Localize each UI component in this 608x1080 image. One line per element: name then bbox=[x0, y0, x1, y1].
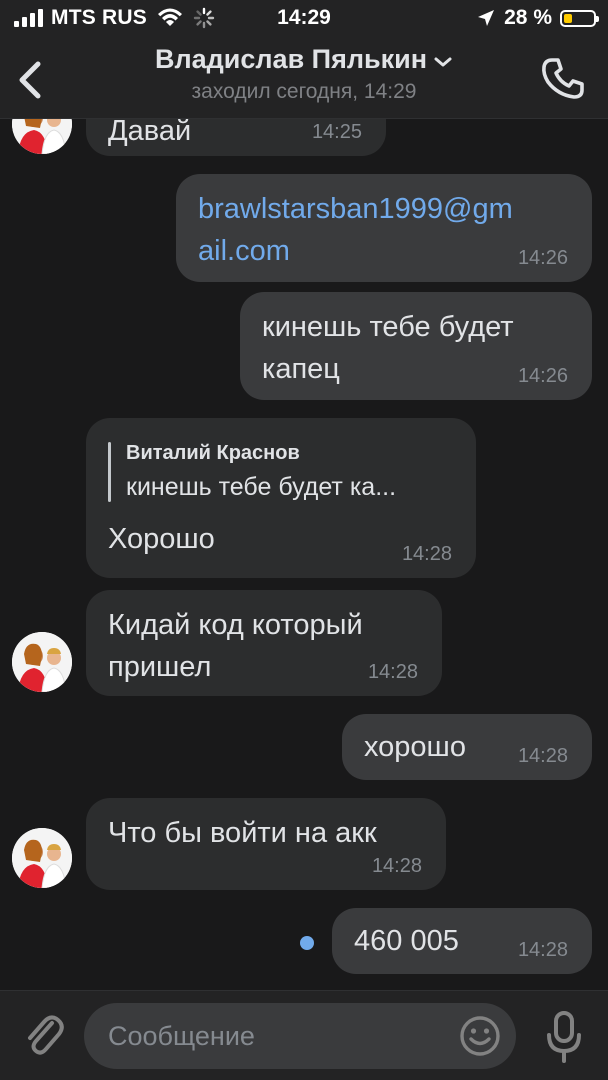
message-time: 14:26 bbox=[517, 247, 568, 269]
reply-text: кинешь тебе будет ка... bbox=[126, 473, 397, 501]
phone-icon bbox=[542, 58, 584, 99]
message-text-line1: кинешь тебе будет bbox=[262, 311, 514, 343]
chat-screen: Давай 14:25 brawlstarsban1999@gm ail.com… bbox=[0, 0, 608, 1080]
avatar-photo-icon bbox=[12, 828, 72, 888]
message-time: 14:26 bbox=[517, 365, 568, 387]
avatar[interactable] bbox=[12, 632, 72, 692]
message-bubble[interactable]: 460 005 14:28 bbox=[332, 908, 592, 974]
microphone-icon bbox=[547, 1011, 581, 1063]
microphone-button[interactable] bbox=[544, 1009, 584, 1065]
message-composer: Сообщение bbox=[0, 990, 608, 1080]
message-time: 14:28 bbox=[371, 855, 422, 877]
location-arrow-icon bbox=[478, 10, 495, 26]
status-bar: MTS RUS 14:29 28 % bbox=[0, 0, 608, 38]
chat-title: Владислав Пялькин bbox=[154, 44, 428, 74]
message-time: 14:28 bbox=[367, 661, 418, 683]
battery-level bbox=[564, 13, 572, 23]
unread-indicator bbox=[300, 936, 314, 950]
message-text-line1: Кидай код который bbox=[108, 609, 363, 641]
call-button[interactable] bbox=[538, 54, 588, 104]
message-bubble[interactable]: brawlstarsban1999@gm ail.com 14:26 bbox=[176, 174, 592, 282]
message-bubble[interactable]: Что бы войти на акк 14:28 bbox=[86, 798, 446, 890]
message-time: 14:28 bbox=[517, 939, 568, 961]
email-link-line2: ail.com bbox=[198, 235, 290, 267]
message-time: 14:25 bbox=[311, 121, 362, 143]
chevron-down-icon bbox=[434, 57, 452, 67]
message-time: 14:28 bbox=[517, 745, 568, 767]
message-input[interactable]: Сообщение bbox=[84, 1003, 516, 1069]
chat-title-button[interactable]: Владислав Пялькин заходил сегодня, 14:29 bbox=[0, 44, 608, 104]
attach-button[interactable] bbox=[22, 1011, 66, 1061]
message-input-placeholder: Сообщение bbox=[108, 1021, 255, 1051]
chat-header: Владислав Пялькин заходил сегодня, 14:29 bbox=[0, 38, 608, 119]
email-link-line1: brawlstarsban1999@gm bbox=[198, 193, 513, 225]
paperclip-icon bbox=[28, 1015, 64, 1055]
emoji-button[interactable] bbox=[458, 1014, 502, 1058]
battery-percent: 28 % bbox=[504, 6, 552, 29]
reply-quote[interactable]: Виталий Краснов кинешь тебе будет ка... bbox=[108, 438, 454, 506]
avatar[interactable] bbox=[12, 828, 72, 888]
message-text: Что бы войти на акк bbox=[108, 817, 377, 849]
battery-icon bbox=[560, 9, 599, 27]
message-bubble[interactable]: хорошо 14:28 bbox=[342, 714, 592, 780]
avatar-photo-icon bbox=[12, 632, 72, 692]
message-bubble[interactable]: кинешь тебе будет капец 14:26 bbox=[240, 292, 592, 400]
smile-icon bbox=[460, 1016, 500, 1056]
email-link[interactable]: brawlstarsban1999@gm ail.com bbox=[198, 188, 570, 272]
message-time: 14:28 bbox=[401, 543, 452, 565]
reply-author: Виталий Краснов bbox=[126, 442, 300, 464]
message-bubble[interactable]: Кидай код который пришел 14:28 bbox=[86, 590, 442, 696]
last-seen-status: заходил сегодня, 14:29 bbox=[191, 80, 417, 103]
message-bubble[interactable]: Виталий Краснов кинешь тебе будет ка... … bbox=[86, 418, 476, 578]
